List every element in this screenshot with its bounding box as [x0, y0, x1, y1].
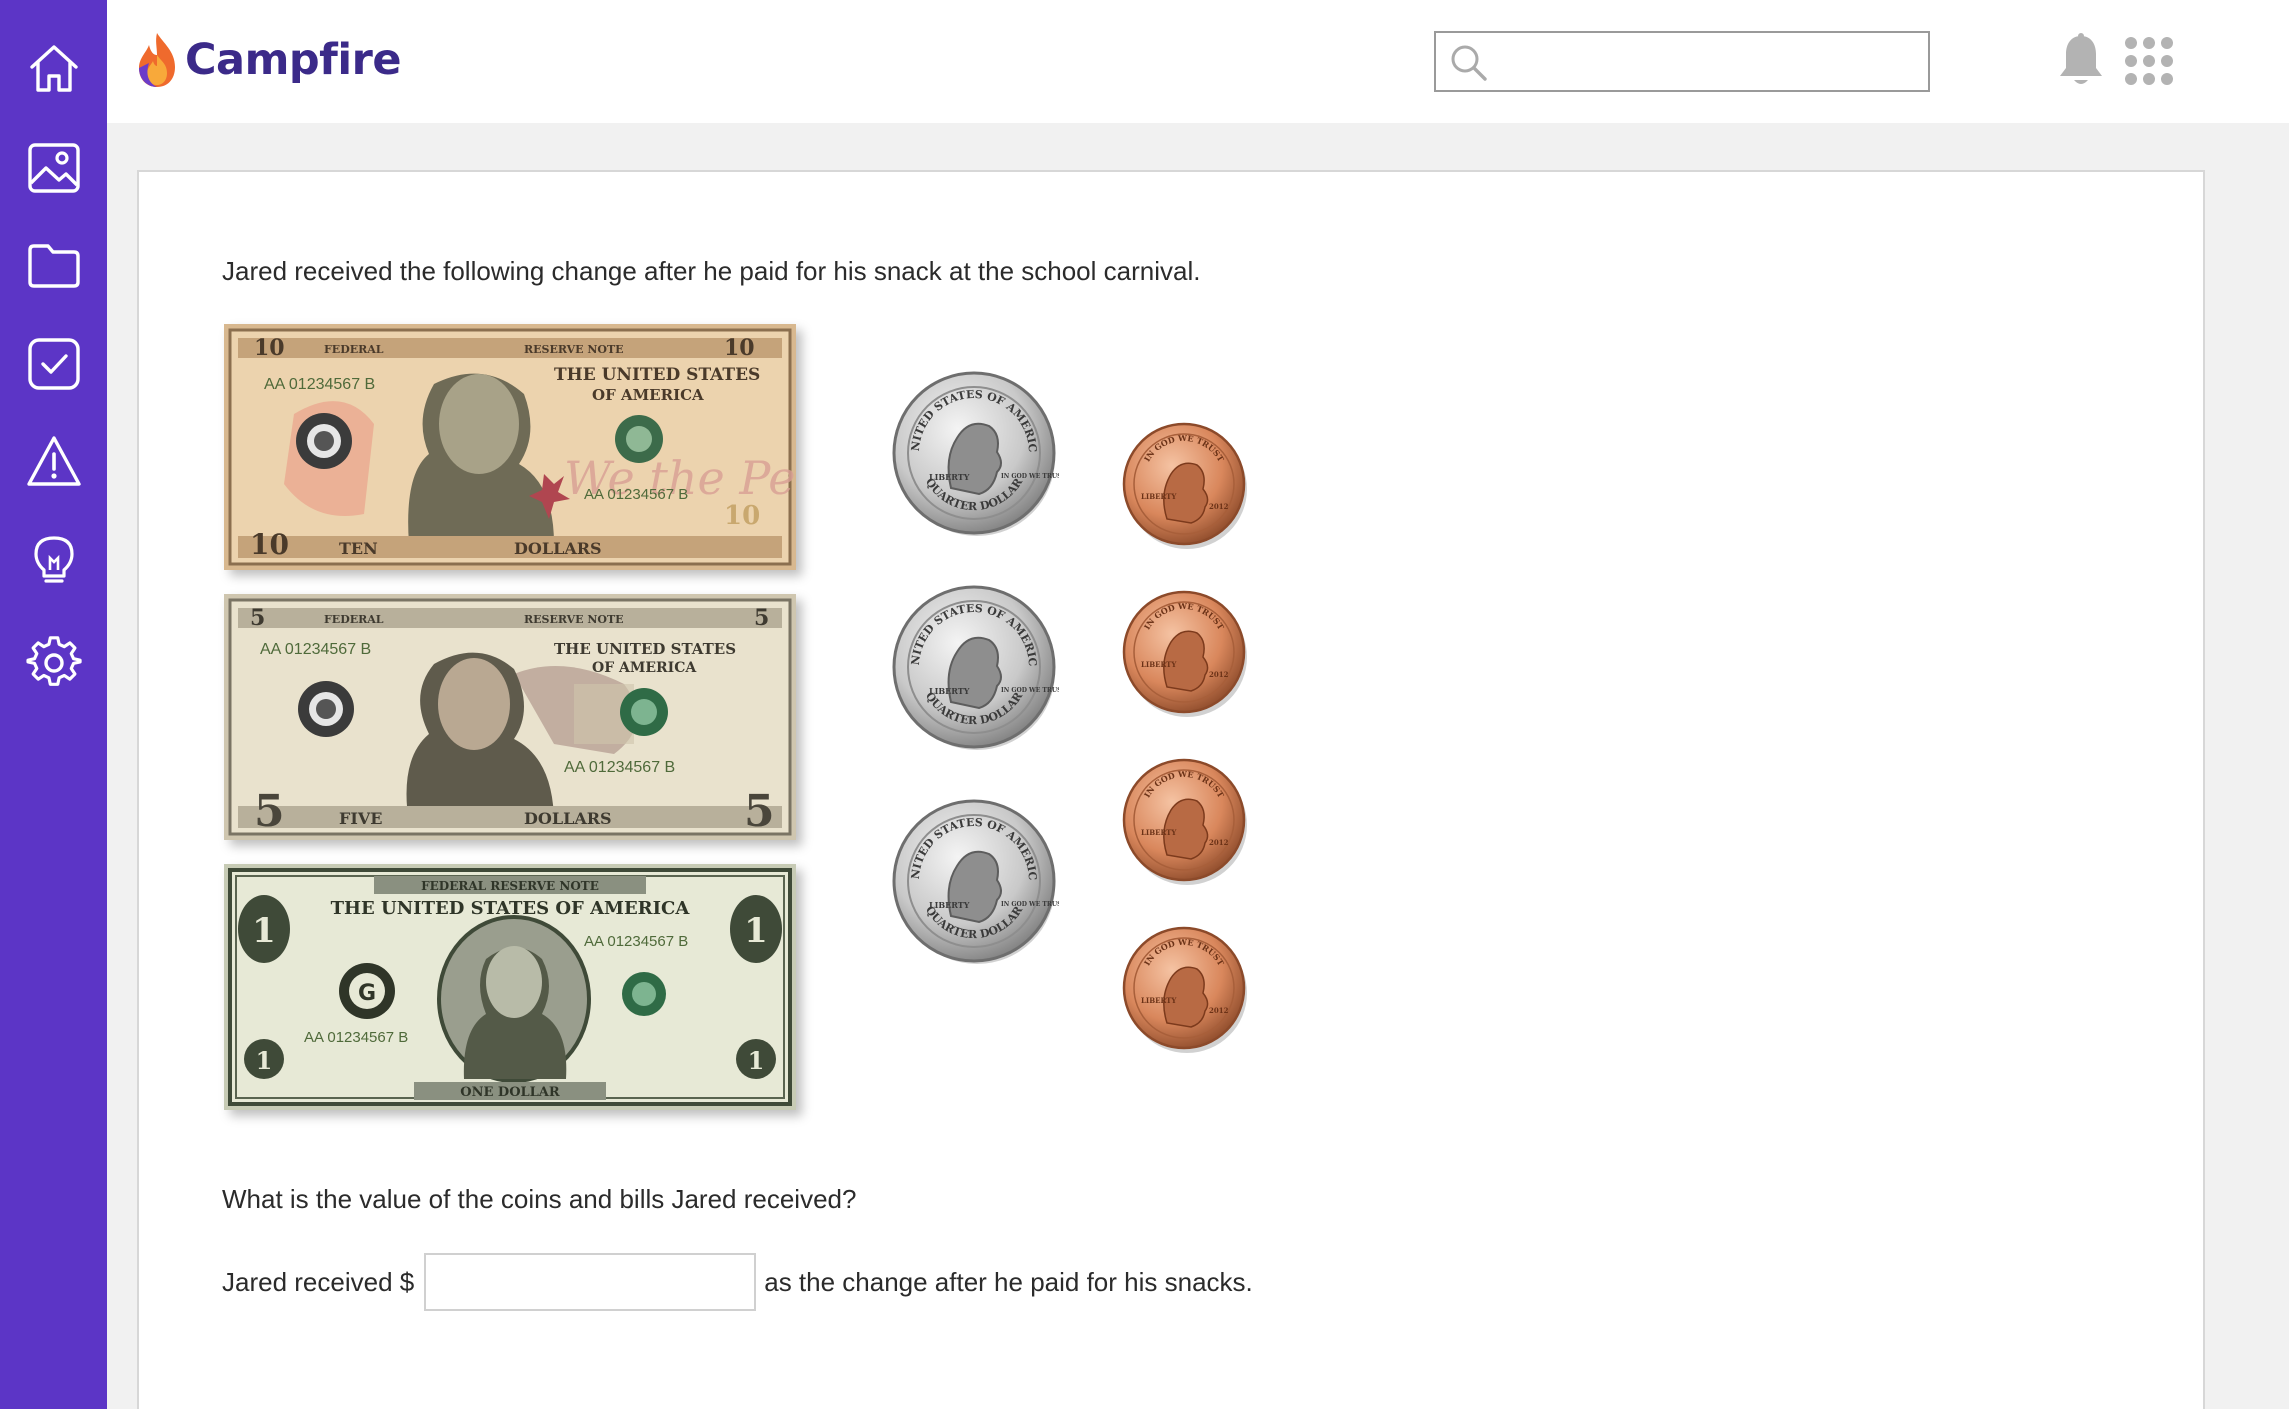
gear-icon: [26, 636, 82, 686]
bill-country-line2: OF AMERICA: [592, 386, 704, 404]
penny-right-text: 2012: [1209, 838, 1229, 847]
penny-coin: IN GOD WE TRUST LIBERTY 2012: [1119, 755, 1249, 890]
bell-icon: [2060, 33, 2102, 84]
home-icon: [30, 45, 78, 92]
bill-serial: AA 01234567 B: [564, 759, 675, 776]
bill-top-right-text: RESERVE NOTE: [524, 343, 624, 356]
bill-denomination-corner: 10: [254, 335, 285, 361]
lightbulb-icon: [34, 536, 74, 583]
bill-denomination-corner: 5: [254, 786, 285, 837]
quarter-coin: UNITED STATES OF AMERICA QUARTER DOLLAR …: [884, 572, 1066, 757]
bill-denomination-corner: 5: [744, 786, 775, 837]
campfire-logo[interactable]: Campfire: [135, 28, 401, 92]
penny-right-text: 2012: [1209, 670, 1229, 679]
bill-serial: AA 01234567 B: [584, 933, 688, 950]
penny-coin: IN GOD WE TRUST LIBERTY 2012: [1119, 923, 1249, 1058]
bill-top-left-text: FEDERAL: [324, 613, 384, 626]
penny-left-text: LIBERTY: [1141, 828, 1177, 837]
app-root: Campfire Jared received the following ch…: [0, 0, 2289, 1409]
warning-icon: [27, 436, 81, 486]
penny-left-text: LIBERTY: [1141, 492, 1177, 501]
checkbox-icon: [28, 338, 80, 390]
quarter-left-text: LIBERTY: [929, 900, 970, 910]
five-dollar-bill: 5 5 FEDERAL RESERVE NOTE AA 01234567 B T…: [224, 594, 796, 840]
quarter-right-text: IN GOD WE TRUST: [1001, 687, 1059, 694]
ten-dollar-bill: 10 10 FEDERAL RESERVE NOTE AA 01234567 B…: [224, 324, 895, 570]
bill-top-right-text: RESERVE NOTE: [524, 613, 624, 626]
top-header: Campfire: [107, 0, 2289, 123]
sidebar-item-folders[interactable]: [24, 236, 84, 296]
bill-country-line2: OF AMERICA: [592, 660, 697, 676]
bill-serial: AA 01234567 B: [584, 486, 688, 503]
sub-question: What is the value of the coins and bills…: [222, 1184, 857, 1214]
bill-denomination-corner: 1: [256, 1046, 273, 1075]
sidebar-item-settings[interactable]: [24, 633, 84, 693]
bill-country-line1: THE UNITED STATES: [554, 640, 736, 658]
bill-denomination-corner: 10: [724, 335, 755, 361]
bill-denomination-corner: 5: [250, 605, 265, 631]
bill-denomination-corner: 5: [754, 605, 769, 631]
search-input[interactable]: [1498, 33, 1928, 90]
image-icon: [28, 143, 80, 193]
apps-button[interactable]: [2120, 32, 2178, 90]
quarter-right-text: IN GOD WE TRUST: [1001, 901, 1059, 908]
one-dollar-bill: FEDERAL RESERVE NOTE THE UNITED STATES O…: [224, 864, 796, 1110]
bill-denomination-corner: 10: [250, 528, 289, 561]
answer-suffix-label: as the change after he paid for his snac…: [764, 1266, 1253, 1297]
app-name: Campfire: [185, 35, 401, 85]
bill-bottom-left-text: FIVE: [339, 809, 382, 828]
bill-denomination-corner: 1: [744, 911, 768, 951]
notifications-button[interactable]: [2052, 32, 2110, 90]
sidebar: [0, 0, 107, 1409]
penny-left-text: LIBERTY: [1141, 996, 1177, 1005]
bill-denomination-corner: 1: [252, 911, 276, 951]
folder-icon: [28, 244, 80, 288]
penny-right-text: 2012: [1209, 502, 1229, 511]
sidebar-item-media[interactable]: [24, 138, 84, 198]
search-box[interactable]: [1434, 31, 1930, 92]
search-icon: [1451, 45, 1487, 81]
quarter-coin: UNITED STATES OF AMERICA QUARTER DOLLAR …: [884, 786, 1066, 971]
penny-coin: IN GOD WE TRUST LIBERTY 2012: [1119, 587, 1249, 722]
penny-left-text: LIBERTY: [1141, 660, 1177, 669]
bill-bottom-left-text: TEN: [339, 539, 378, 558]
penny-coin: IN GOD WE TRUST LIBERTY 2012: [1119, 419, 1249, 554]
question-card: Jared received the following change afte…: [137, 170, 2205, 1409]
bill-bottom-right-text: DOLLARS: [514, 539, 602, 558]
bill-serial: AA 01234567 B: [264, 376, 375, 393]
sidebar-item-home[interactable]: [24, 38, 84, 98]
bill-denomination-corner: 1: [748, 1046, 765, 1075]
bill-top-text: FEDERAL RESERVE NOTE: [421, 879, 599, 893]
bill-denomination-corner: 10: [724, 501, 760, 531]
sidebar-item-tasks[interactable]: [24, 334, 84, 394]
answer-row: Jared received $ as the change after he …: [222, 1252, 1253, 1312]
question-prompt: Jared received the following change afte…: [222, 256, 1201, 286]
apps-grid-icon: [2125, 37, 2173, 85]
flame-logo-icon: [139, 33, 175, 87]
bill-seal-letter: G: [358, 981, 376, 1006]
bill-serial: AA 01234567 B: [260, 641, 371, 658]
answer-input[interactable]: [424, 1253, 757, 1311]
quarter-left-text: LIBERTY: [929, 686, 970, 696]
penny-right-text: 2012: [1209, 1006, 1229, 1015]
answer-prefix-label: Jared received $: [222, 1266, 415, 1297]
bill-bottom-text: ONE DOLLAR: [460, 1085, 560, 1100]
bill-top-left-text: FEDERAL: [324, 343, 384, 356]
quarter-right-text: IN GOD WE TRUST: [1001, 473, 1059, 480]
sidebar-item-alerts[interactable]: [24, 432, 84, 492]
quarter-left-text: LIBERTY: [929, 472, 970, 482]
bill-bottom-right-text: DOLLARS: [524, 809, 612, 828]
sidebar-item-ideas[interactable]: [24, 530, 84, 590]
bill-serial: AA 01234567 B: [304, 1029, 408, 1046]
quarter-coin: UNITED STATES OF AMERICA QUARTER DOLLAR …: [884, 358, 1066, 543]
bill-country-line1: THE UNITED STATES: [554, 365, 760, 385]
